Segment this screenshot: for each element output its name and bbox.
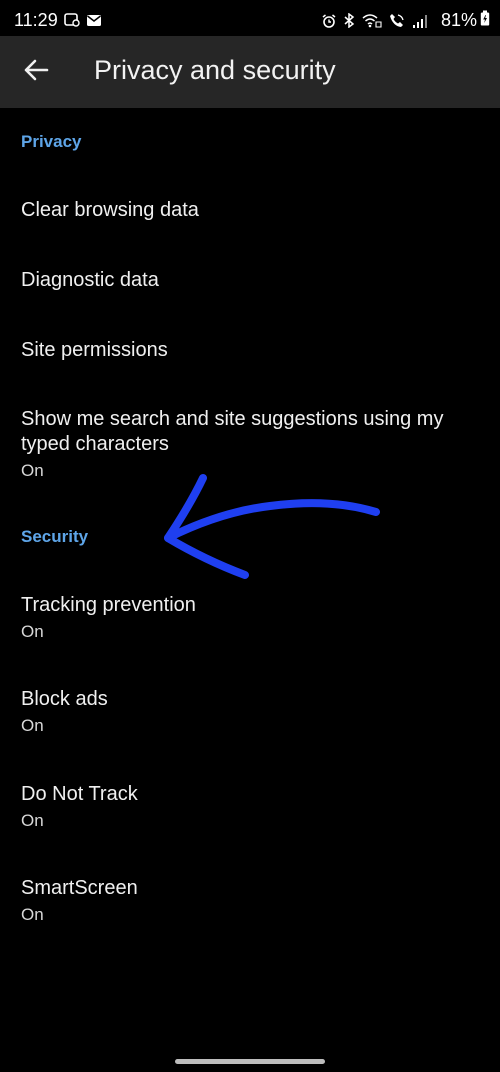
block-ads-item[interactable]: Block ads On	[0, 664, 500, 758]
item-title: SmartScreen	[21, 877, 138, 899]
screenshot-icon	[64, 13, 80, 32]
do-not-track-item[interactable]: Do Not Track On	[0, 758, 500, 852]
item-status: On	[21, 811, 44, 830]
alarm-icon	[322, 13, 336, 33]
status-left-icons	[64, 13, 102, 32]
status-bar: 11:29 81%	[0, 0, 500, 36]
app-bar: Privacy and security	[0, 36, 500, 108]
gesture-nav-handle[interactable]	[175, 1059, 325, 1064]
item-title: Clear browsing data	[21, 199, 199, 221]
item-status: On	[21, 716, 44, 735]
item-title: Show me search and site suggestions usin…	[21, 408, 444, 455]
battery-indicator: 81%	[441, 10, 490, 31]
item-status: On	[21, 905, 44, 924]
back-arrow-icon	[23, 58, 49, 87]
bluetooth-icon	[343, 12, 355, 33]
wifi-call-icon	[362, 13, 382, 33]
clear-browsing-data-item[interactable]: Clear browsing data	[0, 175, 500, 245]
item-title: Diagnostic data	[21, 269, 159, 291]
back-button[interactable]	[18, 54, 54, 90]
item-title: Do Not Track	[21, 783, 138, 805]
item-title: Block ads	[21, 688, 108, 710]
mail-icon	[86, 14, 102, 32]
search-suggestions-item[interactable]: Show me search and site suggestions usin…	[0, 385, 500, 495]
item-status: On	[21, 622, 44, 641]
smartscreen-item[interactable]: SmartScreen On	[0, 852, 500, 946]
item-status: On	[21, 461, 44, 480]
section-header-security: Security	[21, 527, 89, 546]
item-title: Site permissions	[21, 339, 168, 361]
status-right-icons	[322, 12, 428, 33]
tracking-prevention-item[interactable]: Tracking prevention On	[0, 570, 500, 664]
battery-percent: 81%	[440, 10, 477, 30]
call-icon	[389, 13, 405, 33]
section-header-privacy: Privacy	[21, 132, 82, 151]
diagnostic-data-item[interactable]: Diagnostic data	[0, 245, 500, 315]
signal-icon	[412, 14, 428, 33]
battery-icon	[480, 10, 490, 31]
site-permissions-item[interactable]: Site permissions	[0, 315, 500, 385]
item-title: Tracking prevention	[21, 594, 196, 616]
status-time: 11:29	[14, 10, 58, 30]
page-title: Privacy and security	[94, 55, 336, 85]
